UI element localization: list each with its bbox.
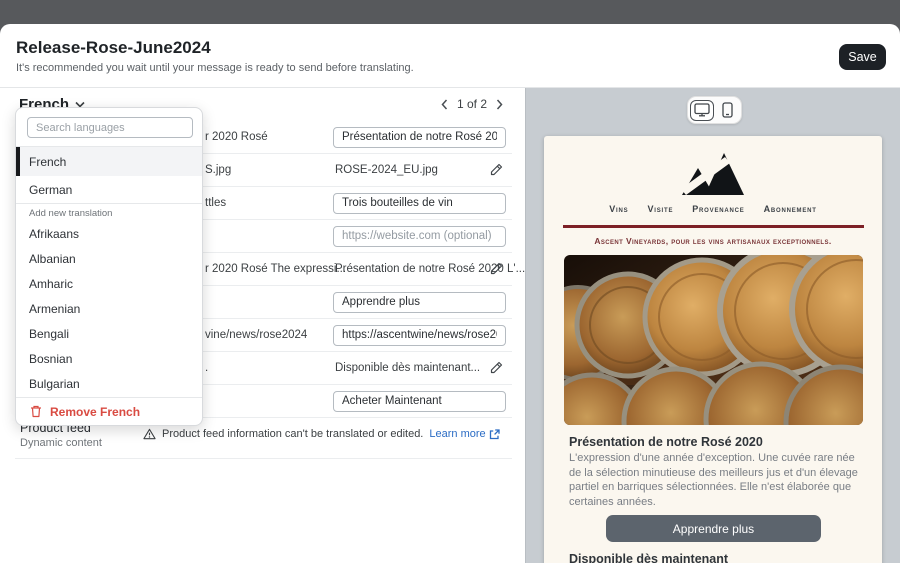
save-button[interactable]: Save [839,44,886,70]
translation-input[interactable] [333,325,506,346]
translation-input[interactable] [333,391,506,412]
original-text: r 2020 Rosé [205,131,268,143]
language-option-bengali[interactable]: Bengali [16,321,202,346]
email-preview-panel: Vins Visite Provenance Abonnement Ascent… [525,88,900,563]
maroon-divider [563,225,864,228]
nav-item-abonnement[interactable]: Abonnement [764,204,817,214]
apprendre-plus-button[interactable]: Apprendre plus [606,515,821,542]
email-nav: Vins Visite Provenance Abonnement [544,204,882,214]
original-text: ttles [205,197,226,209]
page-subtitle: It's recommended you wait until your mes… [16,62,414,74]
translation-input[interactable] [333,127,506,148]
translation-value: Disponible dès maintenant... [335,362,480,374]
email-tagline: Ascent Vineyards, pour les vins artisana… [544,236,882,246]
language-option-bulgarian[interactable]: Bulgarian [16,371,202,396]
article-body: L'expression d'une année d'exception. Un… [569,451,861,509]
wine-barrels-image [564,255,863,425]
product-feed-warning: Product feed information can't be transl… [143,428,500,440]
translation-url-input[interactable] [333,226,506,247]
article-heading: Présentation de notre Rosé 2020 [569,435,861,449]
next-page-icon[interactable] [496,99,503,110]
desktop-view-button[interactable] [690,100,714,121]
brand-mountain-logo [681,149,745,201]
original-text: vine/news/rose2024 [205,329,307,341]
page-indicator: 1 of 2 [457,97,487,111]
language-option-afrikaans[interactable]: Afrikaans [16,221,202,246]
language-item-french[interactable]: French [16,146,202,176]
original-text: r 2020 Rosé The expressi... [205,263,346,275]
language-option-armenian[interactable]: Armenian [16,296,202,321]
nav-item-visite[interactable]: Visite [647,204,673,214]
bottom-divider [15,458,512,459]
original-text: . [205,362,208,374]
mobile-view-button[interactable] [716,100,740,121]
language-item-german[interactable]: German [16,176,202,204]
language-option-amharic[interactable]: Amharic [16,271,202,296]
page-title: Release-Rose-June2024 [16,38,211,58]
add-new-translation-label: Add new translation [29,208,112,219]
original-text: S.jpg [205,164,231,176]
remove-french-button[interactable]: Remove French [16,397,202,425]
desktop-icon [694,103,710,117]
device-toggle [687,96,742,124]
nav-item-vins[interactable]: Vins [609,204,628,214]
warning-text: Product feed information can't be transl… [162,428,423,440]
language-option-albanian[interactable]: Albanian [16,246,202,271]
pagination: 1 of 2 [441,97,503,111]
product-feed-subtitle: Dynamic content [20,437,102,449]
trash-icon [30,405,42,418]
next-section-heading: Disponible dès maintenant [569,552,728,563]
edit-pencil-icon[interactable] [489,163,503,177]
language-option-bosnian[interactable]: Bosnian [16,346,202,371]
edit-pencil-icon[interactable] [489,361,503,375]
learn-more-link[interactable]: Learn more [429,428,499,440]
mobile-icon [722,102,733,118]
external-link-icon [489,429,500,440]
nav-item-provenance[interactable]: Provenance [692,204,744,214]
translation-input[interactable] [333,292,506,313]
search-languages-input[interactable] [27,117,193,138]
warning-icon [143,428,156,440]
translation-editor-window: Release-Rose-June2024 It's recommended y… [0,0,900,563]
edit-pencil-icon[interactable] [489,262,503,276]
selected-indicator-bar [16,147,20,176]
translation-input[interactable] [333,193,506,214]
prev-page-icon[interactable] [441,99,448,110]
language-dropdown-panel: French German Add new translation Afrika… [15,107,203,426]
email-preview-card: Vins Visite Provenance Abonnement Ascent… [544,136,882,563]
translation-value: ROSE-2024_EU.jpg [335,164,438,176]
